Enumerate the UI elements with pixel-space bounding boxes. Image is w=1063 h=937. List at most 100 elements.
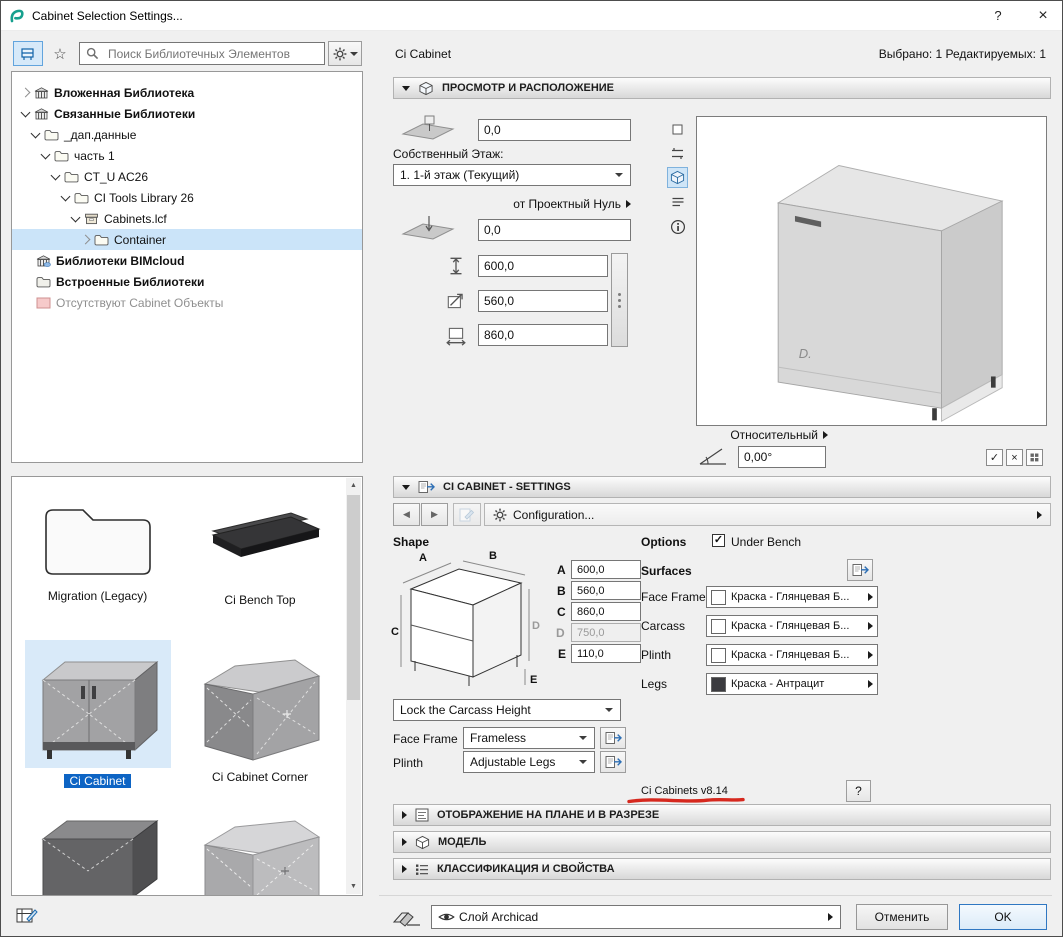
chevron-down-icon[interactable] xyxy=(60,191,71,201)
scroll-down-icon[interactable]: ▼ xyxy=(346,879,361,894)
shape-label: Shape xyxy=(393,535,430,549)
tree-item-label: Библиотеки BIMcloud xyxy=(56,253,185,268)
layer-value: Слой Archicad xyxy=(459,910,539,924)
surfaces-transfer-button[interactable] xyxy=(847,559,873,581)
preview-check-toggle[interactable]: ✓ xyxy=(986,449,1003,466)
ok-button[interactable]: OK xyxy=(959,904,1047,930)
chevron-down-icon[interactable] xyxy=(40,149,51,159)
thumbnail-ci-cabinet[interactable]: Ci Cabinet xyxy=(20,640,175,788)
plinth-label: Plinth xyxy=(393,756,424,770)
section-model[interactable]: МОДЕЛЬ xyxy=(393,831,1051,853)
thumbnail-partial-left[interactable] xyxy=(20,809,175,895)
library-tree[interactable]: Вложенная Библиотека Связанные Библиотек… xyxy=(11,71,363,463)
library-manager-button[interactable] xyxy=(13,902,41,928)
chevron-down-icon[interactable] xyxy=(30,128,41,138)
preview-description-button[interactable] xyxy=(667,191,688,212)
section-floor-plan-display[interactable]: ОТОБРАЖЕНИЕ НА ПЛАНЕ И В РАЗРЕЗЕ xyxy=(393,804,1051,826)
tree-item-embedded-library[interactable]: Встроенные Библиотеки xyxy=(12,271,362,292)
dimension-link-handle[interactable] xyxy=(611,253,628,347)
elevation-top-input[interactable] xyxy=(478,119,631,141)
close-button[interactable]: × xyxy=(1024,1,1062,30)
section-cabinet-settings[interactable]: CI CABINET - SETTINGS xyxy=(393,476,1051,498)
section-title: ПРОСМОТР И РАСПОЛОЖЕНИЕ xyxy=(442,82,615,94)
library-settings-button[interactable] xyxy=(328,41,362,66)
chevron-right-icon[interactable] xyxy=(20,87,31,98)
tree-item-part1[interactable]: часть 1 xyxy=(12,145,362,166)
preview-grid-toggle[interactable] xyxy=(1026,449,1043,466)
carcass-lock-select[interactable]: Lock the Carcass Height xyxy=(393,699,621,721)
folder-icon xyxy=(44,129,59,141)
rotation-angle-input[interactable] xyxy=(738,446,826,468)
tree-item-nested-library[interactable]: Вложенная Библиотека xyxy=(12,82,362,103)
library-view-mode-button[interactable] xyxy=(13,41,43,66)
face-frame-transfer-button[interactable] xyxy=(600,727,626,749)
addon-help-button[interactable]: ? xyxy=(846,780,871,802)
thumbnail-scrollbar[interactable]: ▲ ▼ xyxy=(346,478,361,894)
dim-b-input[interactable] xyxy=(571,581,641,600)
dropdown-caret-icon xyxy=(605,708,613,712)
material-plinth-button[interactable]: Краска - Глянцевая Б... xyxy=(706,644,878,666)
section-classification-properties[interactable]: КЛАССИФИКАЦИЯ И СВОЙСТВА xyxy=(393,858,1051,880)
section-preview-placement[interactable]: ПРОСМОТР И РАСПОЛОЖЕНИЕ xyxy=(393,77,1051,99)
tree-item-ci-tools-library[interactable]: CI Tools Library 26 xyxy=(12,187,362,208)
material-carcass-button[interactable]: Краска - Глянцевая Б... xyxy=(706,615,878,637)
dim-height-input[interactable] xyxy=(478,255,608,277)
search-input[interactable] xyxy=(103,44,324,63)
object-thumbnail-list[interactable]: Migration (Legacy) Ci Bench Top Ci Cabin… xyxy=(11,476,363,896)
title-bar[interactable]: Cabinet Selection Settings... ? × xyxy=(1,1,1062,31)
tree-item-missing-objects[interactable]: Отсутствуют Cabinet Объекты xyxy=(12,292,362,313)
chevron-down-icon[interactable] xyxy=(70,212,81,222)
panel-scroll-right-icon[interactable] xyxy=(1037,510,1042,519)
cancel-button[interactable]: Отменить xyxy=(856,904,948,930)
next-page-button[interactable]: ▶ xyxy=(421,503,448,526)
dim-width-input[interactable] xyxy=(478,324,608,346)
search-box[interactable] xyxy=(79,42,325,65)
thumbnail-ci-cabinet-corner[interactable]: Ci Cabinet Corner xyxy=(184,640,336,784)
plinth-select[interactable]: Adjustable Legs xyxy=(463,751,595,773)
chevron-down-icon[interactable] xyxy=(20,107,31,117)
elevation-reference-input[interactable] xyxy=(478,219,631,241)
preview-cross-toggle[interactable]: × xyxy=(1006,449,1023,466)
preview-3d-view-button[interactable] xyxy=(667,167,688,188)
object-3d-preview[interactable]: D. xyxy=(696,116,1047,426)
tree-item-cabinets-lcf[interactable]: Cabinets.lcf xyxy=(12,208,362,229)
tree-item-container[interactable]: Container xyxy=(12,229,362,250)
help-button[interactable]: ? xyxy=(979,1,1017,30)
under-bench-checkbox[interactable]: ✓ xyxy=(712,534,725,547)
plinth-transfer-button[interactable] xyxy=(600,751,626,773)
dim-e-input[interactable] xyxy=(571,644,641,663)
scrollbar-thumb[interactable] xyxy=(347,495,360,700)
configuration-bar[interactable]: Configuration... xyxy=(484,503,1051,526)
tree-item-label: Встроенные Библиотеки xyxy=(56,274,205,289)
tree-item-dap-data[interactable]: _дап.данные xyxy=(12,124,362,145)
thumbnail-partial-right[interactable] xyxy=(184,809,336,895)
favorites-button[interactable]: ☆ xyxy=(47,41,73,66)
folder-icon xyxy=(54,150,69,162)
preview-info-button[interactable] xyxy=(667,216,688,237)
thumbnail-ci-bench-top[interactable]: Ci Bench Top xyxy=(184,505,336,607)
dim-c-input[interactable] xyxy=(571,602,641,621)
layer-select[interactable]: Слой Archicad xyxy=(431,905,841,929)
preview-section-view-button[interactable] xyxy=(667,143,688,164)
chevron-down-icon[interactable] xyxy=(50,170,61,180)
dim-a-input[interactable] xyxy=(571,560,641,579)
tree-item-bimcloud-libraries[interactable]: Библиотеки BIMcloud xyxy=(12,250,362,271)
home-story-select[interactable]: 1. 1-й этаж (Текущий) xyxy=(393,164,631,186)
material-face-frame-button[interactable]: Краска - Глянцевая Б... xyxy=(706,586,878,608)
tree-item-linked-libraries[interactable]: Связанные Библиотеки xyxy=(12,103,362,124)
material-plinth-label: Plinth xyxy=(641,648,672,662)
reference-level-flyout[interactable]: от Проектный Нуль xyxy=(461,197,631,211)
material-legs-button[interactable]: Краска - Антрацит xyxy=(706,673,878,695)
section-collapsed-icon xyxy=(402,838,407,846)
thumbnail-migration-legacy[interactable]: Migration (Legacy) xyxy=(20,491,175,603)
edit-settings-button[interactable] xyxy=(453,503,481,526)
scroll-up-icon[interactable]: ▲ xyxy=(346,478,361,493)
chevron-right-icon[interactable] xyxy=(80,234,91,245)
face-frame-select[interactable]: Frameless xyxy=(463,727,595,749)
tree-item-ctu-ac26[interactable]: CT_U AC26 xyxy=(12,166,362,187)
dim-letter-b: B xyxy=(489,550,497,562)
dim-depth-input[interactable] xyxy=(478,290,608,312)
relative-angle-flyout[interactable]: Относительный xyxy=(696,428,828,442)
previous-page-button[interactable]: ◀ xyxy=(393,503,420,526)
preview-plan-view-button[interactable] xyxy=(667,119,688,140)
